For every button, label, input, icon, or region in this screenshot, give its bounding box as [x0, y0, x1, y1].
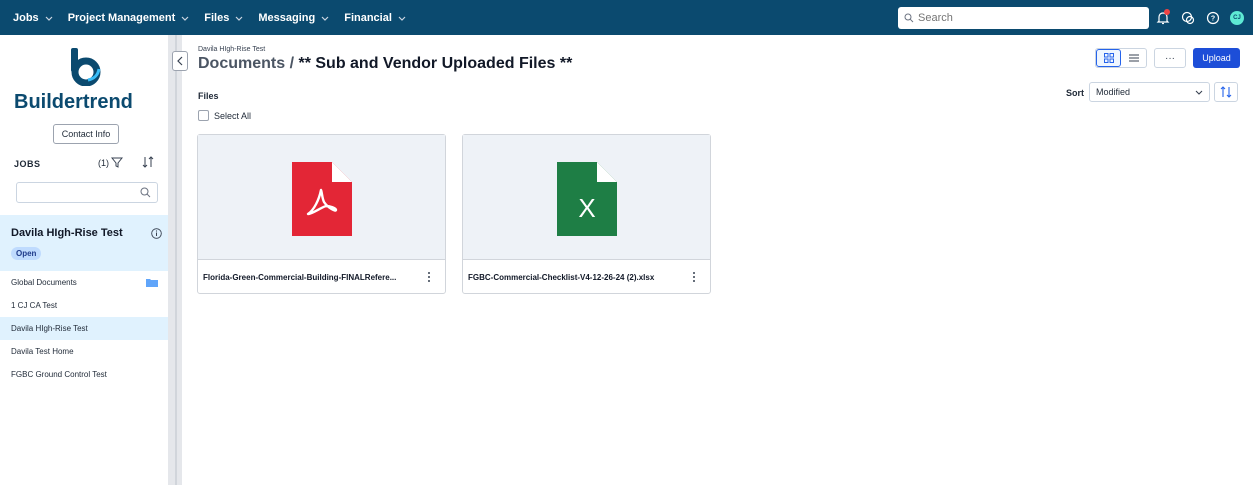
job-item-1-cj-ca-test[interactable]: 1 CJ CA Test: [0, 294, 168, 317]
chevron-down-icon: [1195, 90, 1203, 95]
notification-dot: [1164, 9, 1170, 15]
job-item-label: Davila HIgh-Rise Test: [11, 324, 88, 333]
contact-info-button[interactable]: Contact Info: [53, 124, 119, 144]
sort-value: Modified: [1096, 87, 1131, 97]
chat-icon[interactable]: [1180, 10, 1196, 26]
active-job-name: Davila HIgh-Rise Test: [11, 227, 123, 239]
nav-messaging[interactable]: Messaging: [258, 12, 330, 24]
nav-project-management-label: Project Management: [67, 11, 176, 24]
file-name: Florida-Green-Commercial-Building-FINALR…: [203, 273, 397, 282]
jobs-filter-button[interactable]: (1): [98, 157, 123, 168]
job-search: [16, 182, 158, 203]
nav-messaging-label: Messaging: [258, 11, 316, 24]
nav-financial[interactable]: Financial: [344, 12, 407, 24]
job-item-label: Davila Test Home: [11, 347, 74, 356]
search-icon: [904, 13, 914, 23]
job-item-label: 1 CJ CA Test: [11, 301, 58, 310]
select-all-checkbox[interactable]: Select All: [198, 110, 251, 121]
file-name: FGBC-Commercial-Checklist-V4-12-26-24 (2…: [468, 273, 655, 282]
global-search: [898, 7, 1149, 29]
job-item-label: Global Documents: [11, 278, 77, 287]
brand-name: Buildertrend: [14, 91, 133, 113]
files-heading: Files: [198, 91, 219, 101]
list-view-button[interactable]: [1121, 49, 1146, 67]
filter-count: (1): [98, 157, 109, 168]
breadcrumb-separator: /: [285, 55, 299, 72]
status-badge: Open: [11, 247, 42, 260]
collapse-sidebar-button[interactable]: [172, 51, 188, 71]
nav-project-management[interactable]: Project Management: [68, 12, 191, 24]
job-search-input[interactable]: [21, 183, 139, 202]
grid-view-button[interactable]: [1096, 49, 1122, 67]
file-thumbnail: X: [463, 135, 710, 260]
svg-text:?: ?: [1211, 16, 1215, 23]
nav-jobs[interactable]: Jobs: [13, 12, 54, 24]
global-search-input[interactable]: [918, 12, 1138, 24]
file-thumbnail: [198, 135, 445, 260]
job-item-davila-test-home[interactable]: Davila Test Home: [0, 340, 168, 363]
page-title: Documents / ** Sub and Vendor Uploaded F…: [198, 55, 572, 73]
list-icon: [1128, 54, 1139, 62]
pdf-icon: [292, 162, 352, 236]
grid-icon: [1103, 53, 1114, 63]
breadcrumb-documents-link[interactable]: Documents: [198, 55, 285, 72]
sidebar-resize-handle[interactable]: [175, 35, 177, 485]
sort-icon[interactable]: [142, 156, 154, 168]
excel-icon: X: [557, 162, 617, 236]
job-item-fgbc-ground-control-test[interactable]: FGBC Ground Control Test: [0, 363, 168, 386]
breadcrumb-job: Davila HIgh-Rise Test: [198, 46, 266, 53]
nav-files-label: Files: [204, 11, 230, 24]
chevron-down-icon: [45, 16, 53, 21]
help-icon[interactable]: ?: [1205, 10, 1221, 26]
chevron-left-icon: [177, 56, 183, 66]
sort-select[interactable]: Modified: [1089, 82, 1210, 102]
file-card[interactable]: Florida-Green-Commercial-Building-FINALR…: [197, 134, 446, 294]
chevron-down-icon: [181, 16, 189, 21]
upload-button[interactable]: Upload: [1193, 48, 1240, 68]
sort-direction-button[interactable]: [1214, 82, 1238, 102]
nav-files[interactable]: Files: [204, 12, 244, 24]
sort-label: Sort: [1066, 88, 1084, 98]
kebab-menu-icon[interactable]: [690, 271, 698, 283]
job-list: Global Documents 1 CJ CA Test Davila HIg…: [0, 271, 168, 386]
more-actions-button[interactable]: ···: [1154, 48, 1186, 68]
kebab-menu-icon[interactable]: [425, 271, 433, 283]
filter-icon: [111, 157, 123, 168]
view-toggle: [1095, 48, 1147, 68]
job-item-davila-high-rise-test[interactable]: Davila HIgh-Rise Test: [0, 317, 168, 340]
active-job-card[interactable]: Davila HIgh-Rise Test Open: [0, 215, 168, 271]
job-item-global-documents[interactable]: Global Documents: [0, 271, 168, 294]
file-card[interactable]: X FGBC-Commercial-Checklist-V4-12-26-24 …: [462, 134, 711, 294]
info-icon[interactable]: [151, 228, 162, 239]
chevron-down-icon: [235, 16, 243, 21]
buildertrend-logo-icon: [71, 48, 101, 86]
nav-financial-label: Financial: [344, 11, 392, 24]
folder-title: ** Sub and Vendor Uploaded Files **: [298, 55, 573, 72]
sidebar: Buildertrend Contact Info JOBS (1) Davil…: [0, 35, 168, 485]
svg-text:X: X: [578, 193, 595, 223]
sort-direction-icon: [1220, 86, 1232, 98]
folder-icon: [146, 279, 158, 287]
avatar[interactable]: CJ: [1230, 11, 1244, 25]
checkbox[interactable]: [198, 110, 209, 121]
chevron-down-icon: [321, 16, 329, 21]
select-all-label: Select All: [214, 110, 252, 121]
jobs-heading: JOBS: [14, 159, 41, 169]
search-icon: [140, 187, 151, 198]
chevron-down-icon: [398, 16, 406, 21]
nav-jobs-label: Jobs: [13, 11, 39, 24]
job-item-label: FGBC Ground Control Test: [11, 370, 107, 379]
